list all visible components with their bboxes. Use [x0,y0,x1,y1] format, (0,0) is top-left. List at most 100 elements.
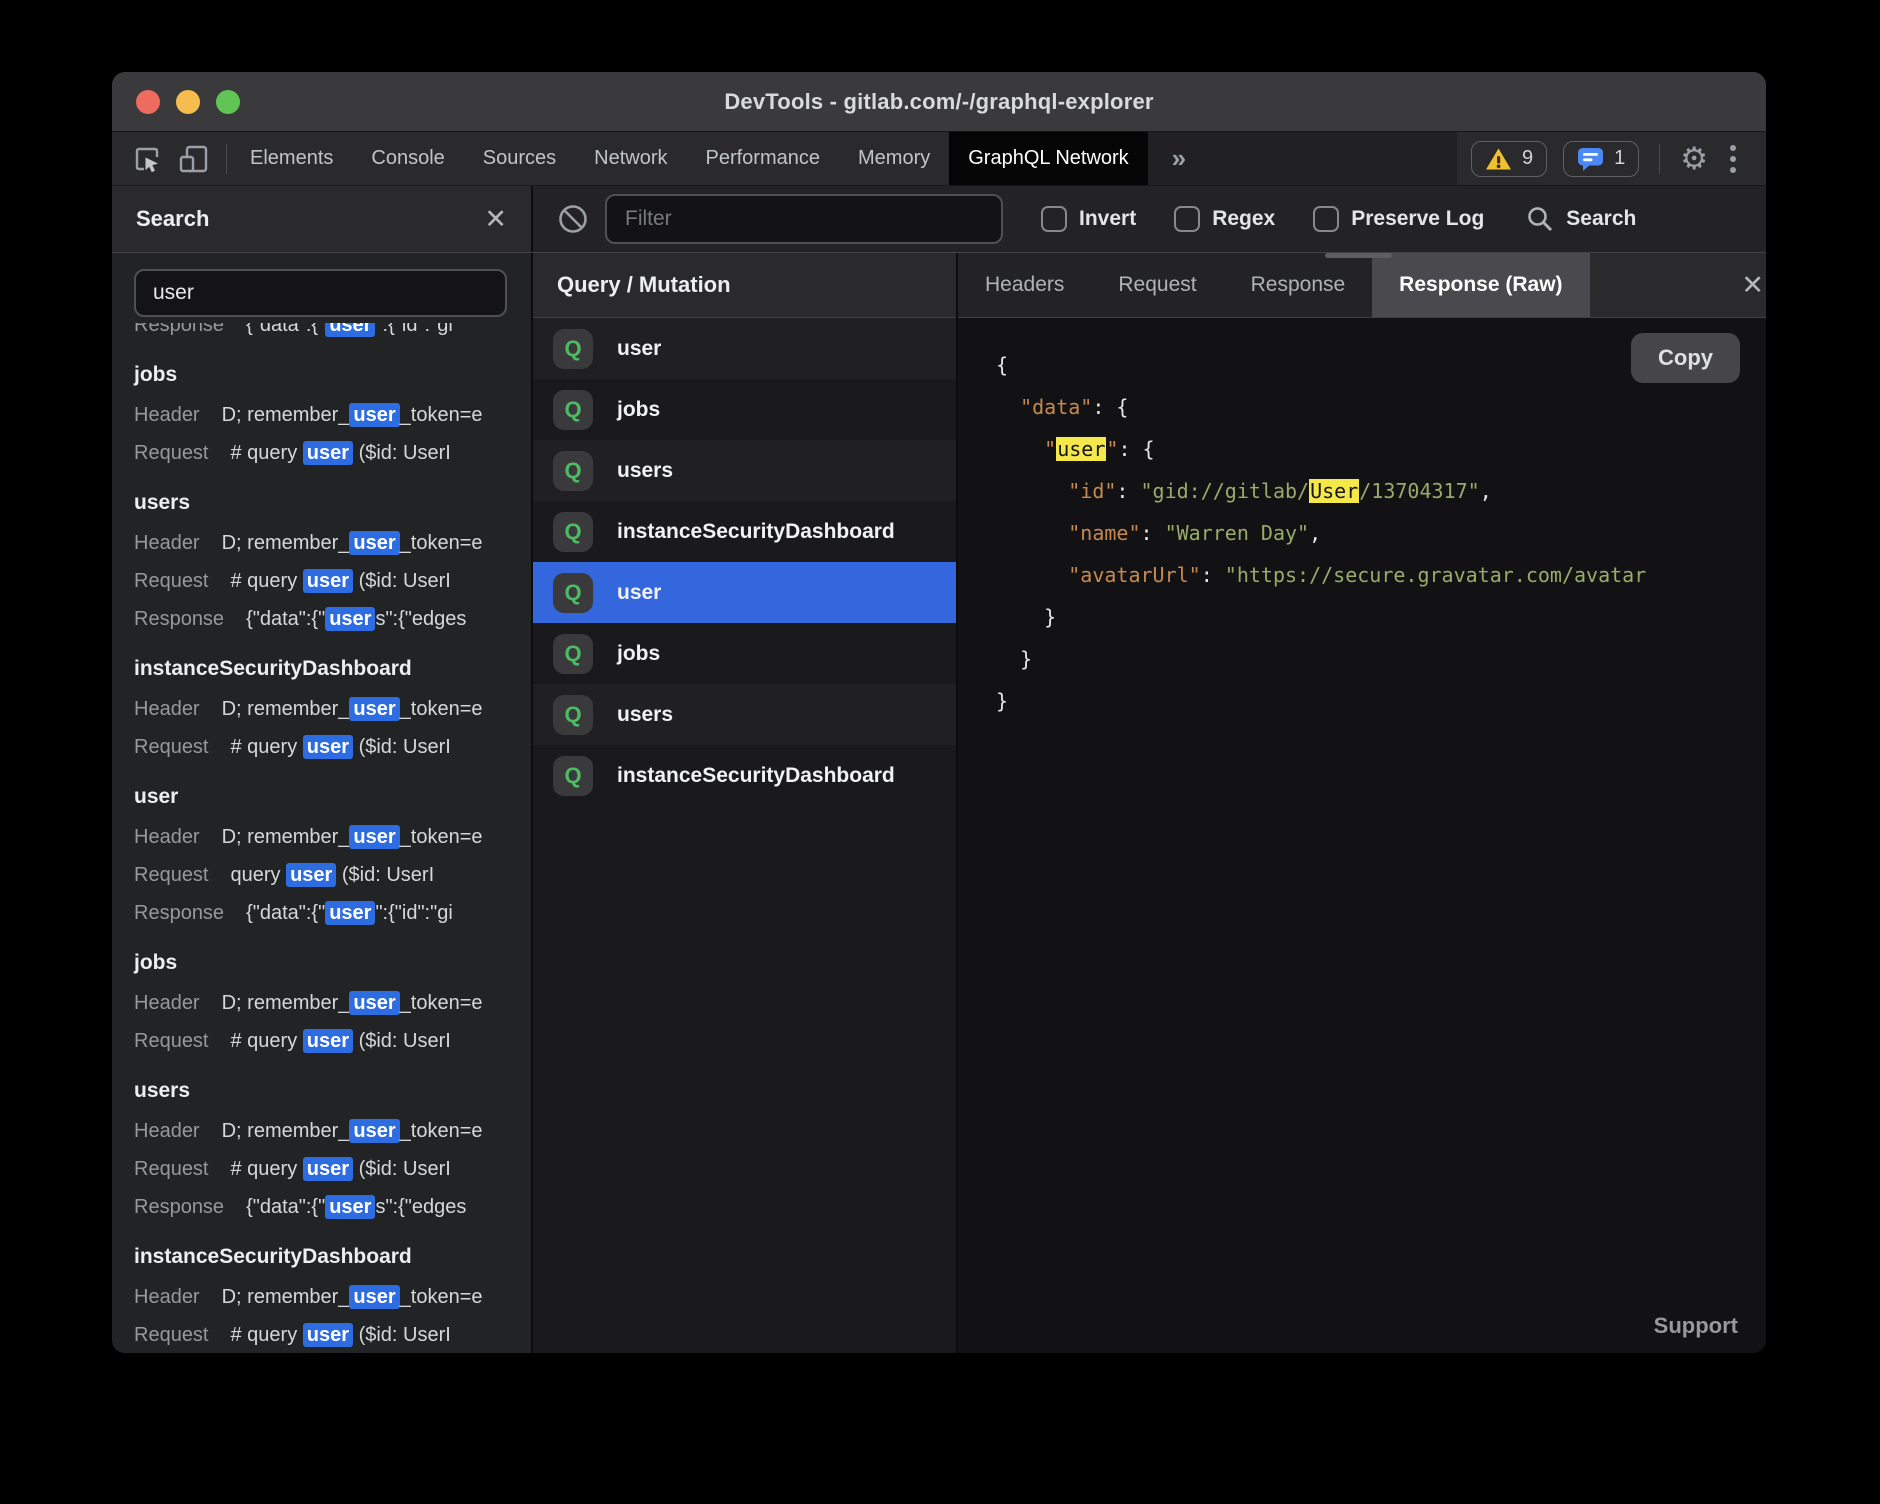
devtools-tab-elements[interactable]: Elements [231,132,352,185]
checkbox-box-invert[interactable] [1041,206,1067,232]
query-item-label: jobs [617,398,660,422]
warnings-count: 9 [1522,147,1533,170]
match-highlight: user [349,531,399,555]
result-heading: users [134,1070,531,1112]
query-item-jobs[interactable]: Qjobs [533,623,956,684]
result-text: # query [231,1158,303,1180]
json-line: "name": "Warren Day", [996,512,1766,554]
filter-search-button[interactable]: Search [1526,205,1636,233]
result-line-label: Request [134,442,209,464]
search-result-line[interactable]: Request# query user ($id: UserI [134,1022,531,1060]
match-highlight: user [325,607,375,631]
result-line-label: Request [134,736,209,758]
json-token: , [1309,521,1321,545]
query-item-user[interactable]: Quser [533,562,956,623]
devtools-tab-console[interactable]: Console [352,132,463,185]
result-text: ":{"id":"gi [375,323,452,336]
query-item-instancesecuritydashboard[interactable]: QinstanceSecurityDashboard [533,745,956,806]
query-item-user[interactable]: Quser [533,318,956,379]
detail-tab-headers[interactable]: Headers [958,253,1091,317]
warnings-badge[interactable]: 9 [1471,141,1547,177]
window-title: DevTools - gitlab.com/-/graphql-explorer [112,89,1766,115]
more-tabs-button[interactable]: » [1148,143,1210,174]
json-line: } [996,638,1766,680]
devtools-tab-graphql-network[interactable]: GraphQL Network [949,132,1147,185]
devtools-tab-network[interactable]: Network [575,132,686,185]
query-item-instancesecuritydashboard[interactable]: QinstanceSecurityDashboard [533,501,956,562]
checkbox-invert[interactable]: Invert [1041,206,1136,232]
match-highlight: user [349,403,399,427]
inspect-element-icon[interactable] [132,144,162,174]
search-result-line[interactable]: HeaderD; remember_user_token=e [134,396,531,434]
filter-input[interactable] [605,194,1003,244]
search-result-line[interactable]: Request# query user ($id: UserI [134,434,531,472]
close-window-button[interactable] [136,90,160,114]
search-result-line[interactable]: HeaderD; remember_user_token=e [134,1278,531,1316]
result-text: D; remember_ [222,404,350,426]
support-link[interactable]: Support [1654,1313,1738,1339]
query-mutation-header: Query / Mutation [533,253,956,318]
devtools-tab-sources[interactable]: Sources [464,132,575,185]
result-text: # query [231,570,303,592]
search-result-line[interactable]: Request# query user ($id: UserI [134,562,531,600]
search-input[interactable] [134,269,507,317]
clear-filter-icon[interactable] [557,203,589,235]
devtools-tab-performance[interactable]: Performance [687,132,840,185]
checkbox-box-regex[interactable] [1174,206,1200,232]
result-text: D; remember_ [222,992,350,1014]
json-token: , [1480,479,1492,503]
detail-close-icon[interactable]: ✕ [1741,272,1766,299]
zoom-window-button[interactable] [216,90,240,114]
kebab-menu-icon[interactable] [1724,145,1742,173]
query-item-users[interactable]: Qusers [533,684,956,745]
query-item-users[interactable]: Qusers [533,440,956,501]
json-token: "id" [1068,479,1116,503]
json-line: "user": { [996,428,1766,470]
search-result-jobs: jobsHeaderD; remember_user_token=eReques… [134,354,531,472]
detail-tab-response-raw[interactable]: Response (Raw) [1372,253,1589,317]
devtools-tab-memory[interactable]: Memory [839,132,949,185]
result-heading: jobs [134,354,531,396]
search-result-line[interactable]: Response{"data":{"users":{"edges [134,600,531,638]
search-result-line[interactable]: Request# query user ($id: UserI [134,1150,531,1188]
result-text: _token=e [400,698,483,720]
result-text: ($id: UserI [353,1030,451,1052]
checkbox-box-preserve-log[interactable] [1313,206,1339,232]
result-heading: instanceSecurityDashboard [134,648,531,690]
match-highlight: user [349,1119,399,1143]
messages-badge[interactable]: 1 [1563,141,1639,177]
json-token: "https://secure.gravatar.com/avatar [1225,563,1646,587]
result-text: ($id: UserI [353,736,451,758]
detail-tab-request[interactable]: Request [1091,253,1223,317]
query-item-label: instanceSecurityDashboard [617,520,895,544]
search-result-line[interactable]: Response{"data":{"user":{"id":"gi [134,323,531,344]
search-result-line[interactable]: Request# query user ($id: UserI [134,1316,531,1353]
query-item-jobs[interactable]: Qjobs [533,379,956,440]
query-item-label: users [617,703,673,727]
copy-button[interactable]: Copy [1631,333,1740,383]
search-result-line[interactable]: Response{"data":{"user":{"id":"gi [134,894,531,932]
search-result-line[interactable]: HeaderD; remember_user_token=e [134,1112,531,1150]
json-token [996,395,1020,419]
horizontal-scrollbar-thumb[interactable] [1325,253,1392,258]
search-result-line[interactable]: HeaderD; remember_user_token=e [134,524,531,562]
search-result-line[interactable]: HeaderD; remember_user_token=e [134,818,531,856]
search-result-line[interactable]: Request# query user ($id: UserI [134,728,531,766]
result-text: D; remember_ [222,1120,350,1142]
result-heading: jobs [134,942,531,984]
search-result-line[interactable]: Requestquery user ($id: UserI [134,856,531,894]
settings-gear-icon[interactable]: ⚙ [1680,143,1708,174]
checkbox-preserve-log[interactable]: Preserve Log [1313,206,1484,232]
result-text: # query [231,736,303,758]
result-text: D; remember_ [222,698,350,720]
search-close-icon[interactable]: ✕ [484,206,507,233]
detail-tab-response[interactable]: Response [1224,253,1373,317]
device-toolbar-icon[interactable] [178,144,210,174]
search-result-line[interactable]: HeaderD; remember_user_token=e [134,690,531,728]
toolbar-divider [226,144,227,174]
checkbox-regex[interactable]: Regex [1174,206,1275,232]
search-result-line[interactable]: HeaderD; remember_user_token=e [134,984,531,1022]
json-line: } [996,596,1766,638]
minimize-window-button[interactable] [176,90,200,114]
search-result-line[interactable]: Response{"data":{"users":{"edges [134,1188,531,1226]
